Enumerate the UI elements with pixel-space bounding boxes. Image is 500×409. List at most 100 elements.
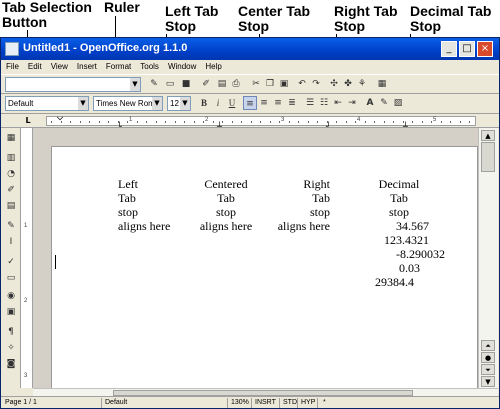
column-centered: Centered Tab stop aligns here <box>199 177 253 233</box>
datasource-icon[interactable]: ▣ <box>5 306 17 318</box>
edit-file-icon[interactable]: ✎ <box>147 77 161 91</box>
insert-fields-icon[interactable]: ▥ <box>5 152 17 164</box>
ruler-tick <box>193 121 195 123</box>
document-area[interactable]: Left Tab stop aligns here Centered Tab s… <box>33 128 478 388</box>
open-icon[interactable]: ▭ <box>163 77 177 91</box>
italic-button[interactable]: i <box>211 96 225 110</box>
text-cursor-icon[interactable]: I <box>5 236 17 248</box>
datasource-icon[interactable]: ▦ <box>375 77 389 91</box>
graphics-off-icon[interactable]: ✧ <box>5 342 17 354</box>
font-size-combo[interactable]: 12 ▼ <box>167 96 191 111</box>
ruler-tick <box>355 121 356 123</box>
ruler[interactable]: L 1 2 3 4 5 ⌵ └ ┴ ┘ ┴ <box>1 114 499 131</box>
edit-autotext-icon[interactable]: ✎ <box>5 220 17 232</box>
bullets-icon[interactable]: ☷ <box>317 96 331 110</box>
maximize-button[interactable]: □ <box>459 41 475 57</box>
align-right-icon[interactable]: ≡ <box>271 96 285 110</box>
nonprinting-chars-icon[interactable]: ¶ <box>5 326 17 338</box>
ruler-tick <box>440 121 442 123</box>
decimal-value: 0.03 <box>399 261 420 275</box>
ruler-tick <box>364 121 366 123</box>
insert-table-icon[interactable]: ▦ <box>5 132 17 144</box>
vruler-number: 1 <box>24 223 28 229</box>
cut-icon[interactable]: ✂ <box>249 77 263 91</box>
paste-icon[interactable]: ▣ <box>277 77 291 91</box>
copy-icon[interactable]: ❐ <box>263 77 277 91</box>
callout-left-tab-stop: Left Tab Stop <box>165 3 219 34</box>
ruler-tick <box>117 121 119 123</box>
url-combo[interactable]: ▼ <box>5 77 141 92</box>
previous-page-icon[interactable]: ⏶ <box>481 340 495 351</box>
tab-selection-button[interactable]: L <box>23 116 33 126</box>
close-button[interactable]: × <box>477 41 493 57</box>
show-draw-functions-icon[interactable]: ✐ <box>5 184 17 196</box>
export-pdf-icon[interactable]: ▤ <box>215 77 229 91</box>
ruler-tick <box>222 121 223 123</box>
chevron-down-icon: ▼ <box>180 97 190 110</box>
ruler-track[interactable]: 1 2 3 4 5 ⌵ └ ┴ ┘ ┴ <box>46 114 476 131</box>
save-icon[interactable]: ■ <box>179 77 193 91</box>
menu-tools[interactable]: Tools <box>135 60 163 71</box>
font-name-combo[interactable]: Times New Roman ▼ <box>93 96 163 111</box>
status-zoom[interactable]: 130% <box>231 399 249 406</box>
vertical-ruler[interactable]: 1 2 3 <box>21 128 33 388</box>
redo-icon[interactable]: ↷ <box>309 77 323 91</box>
status-hyperlink-mode[interactable]: HYP <box>301 399 315 406</box>
spellcheck-icon[interactable]: ✓ <box>5 256 17 268</box>
increase-indent-icon[interactable]: ⇥ <box>345 96 359 110</box>
ruler-tick <box>450 121 451 123</box>
ruler-tick <box>165 121 166 123</box>
ruler-tick <box>136 121 138 123</box>
align-center-icon[interactable]: ≡ <box>257 96 271 110</box>
find-icon[interactable]: ◉ <box>5 290 17 302</box>
window-title: Untitled1 - OpenOffice.org 1.1.0 <box>23 42 188 54</box>
justify-icon[interactable]: ≣ <box>285 96 299 110</box>
menu-view[interactable]: View <box>46 60 72 71</box>
menu-file[interactable]: File <box>1 60 23 71</box>
numbering-icon[interactable]: ☰ <box>303 96 317 110</box>
document-page[interactable]: Left Tab stop aligns here Centered Tab s… <box>51 146 478 388</box>
minimize-button[interactable]: _ <box>441 41 457 57</box>
navigation-icon[interactable]: ● <box>481 352 495 363</box>
menu-window[interactable]: Window <box>163 60 200 71</box>
align-left-icon[interactable]: ≡ <box>243 96 257 110</box>
horizontal-scrollbar[interactable] <box>33 388 498 396</box>
status-insert-mode[interactable]: INSRT <box>255 399 276 406</box>
ruler-tick <box>402 121 404 123</box>
menu-edit[interactable]: Edit <box>23 60 46 71</box>
form-functions-icon[interactable]: ▤ <box>5 200 17 212</box>
status-separator <box>101 398 102 408</box>
edit-icon[interactable]: ✐ <box>199 77 213 91</box>
title-bar[interactable]: Untitled1 - OpenOffice.org 1.1.0 _ □ × <box>1 38 499 60</box>
online-layout-icon[interactable]: ◙ <box>5 358 17 370</box>
underline-button[interactable]: U <box>225 96 239 110</box>
paragraph-style-combo[interactable]: Default ▼ <box>5 96 89 111</box>
gallery-icon[interactable]: ⚘ <box>355 77 369 91</box>
bold-button[interactable]: B <box>197 96 211 110</box>
scroll-down-icon[interactable]: ▼ <box>481 376 495 387</box>
scroll-thumb[interactable] <box>481 142 495 172</box>
autospellcheck-icon[interactable]: ▭ <box>5 272 17 284</box>
highlight-icon[interactable]: ✎ <box>377 96 391 110</box>
next-page-icon[interactable]: ⏷ <box>481 364 495 375</box>
ruler-tick <box>60 121 62 123</box>
vruler-number: 2 <box>24 298 28 304</box>
font-color-icon[interactable]: A <box>363 96 377 110</box>
background-color-icon[interactable]: ▨ <box>391 96 405 110</box>
chevron-down-icon: ▼ <box>130 78 140 91</box>
undo-icon[interactable]: ↶ <box>295 77 309 91</box>
stylist-icon[interactable]: ✤ <box>341 77 355 91</box>
print-icon[interactable]: ⎙ <box>229 77 243 91</box>
ruler-tick <box>326 121 328 123</box>
menu-format[interactable]: Format <box>101 60 135 71</box>
menu-insert[interactable]: Insert <box>72 60 101 71</box>
scroll-up-icon[interactable]: ▲ <box>481 130 495 141</box>
menu-bar: File Edit View Insert Format Tools Window Help <box>1 60 499 74</box>
decrease-indent-icon[interactable]: ⇤ <box>331 96 345 110</box>
navigator-icon[interactable]: ✣ <box>327 77 341 91</box>
menu-help[interactable]: Help <box>200 60 225 71</box>
insert-object-icon[interactable]: ◔ <box>5 168 17 180</box>
status-selection-mode[interactable]: STD <box>283 399 297 406</box>
vertical-scrollbar[interactable]: ▲ ⏶ ● ⏷ ▼ <box>478 128 498 388</box>
ruler-tick <box>108 121 109 123</box>
